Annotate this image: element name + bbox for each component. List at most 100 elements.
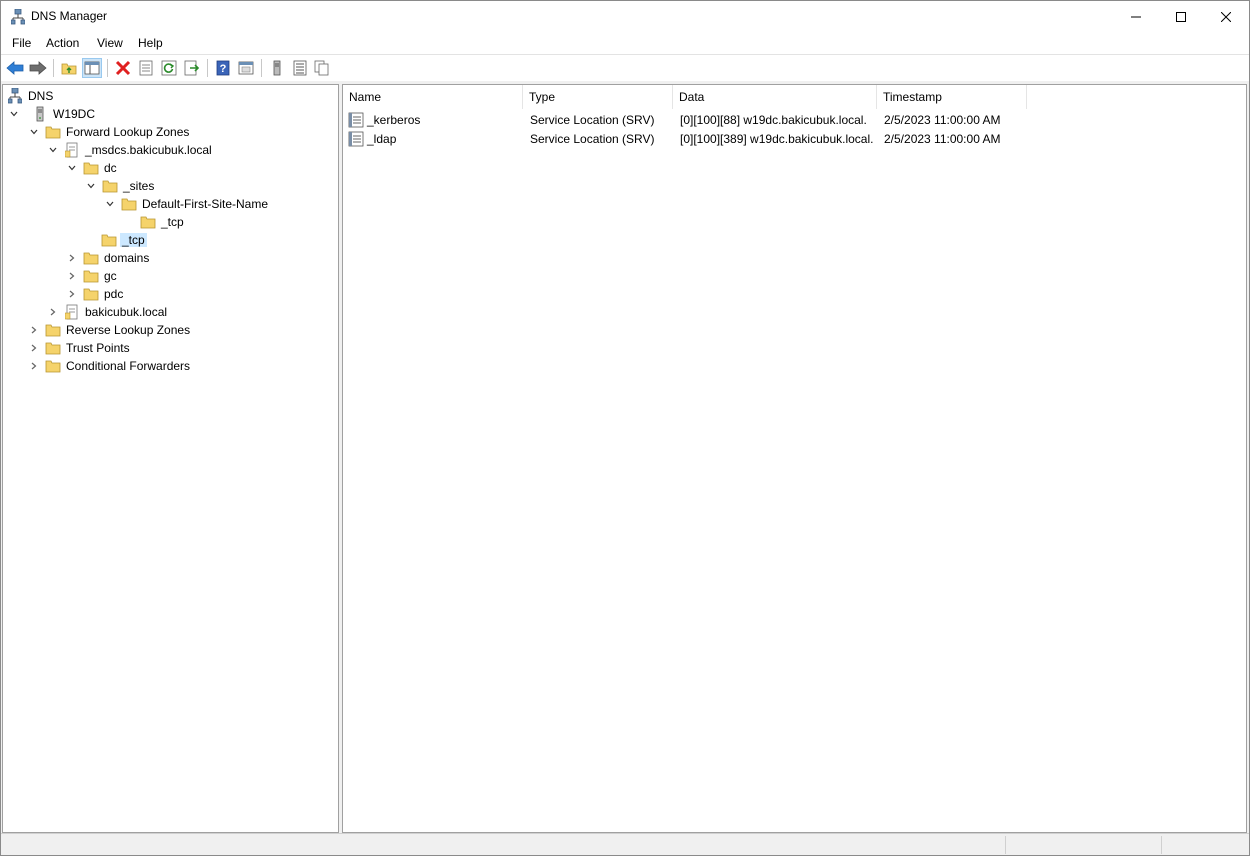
chevron-right-icon[interactable] (28, 360, 40, 372)
delete-icon (115, 60, 131, 76)
tree-label: _tcp (120, 233, 147, 247)
tree-item-default-first-site-name[interactable]: Default-First-Site-Name (104, 195, 270, 213)
forward-icon (29, 61, 47, 75)
column-header-name[interactable]: Name (343, 85, 523, 109)
delete-button[interactable] (113, 58, 133, 78)
folder-icon (45, 322, 61, 338)
menu-bar: File Action View Help (1, 32, 1249, 54)
tree-label: gc (104, 269, 117, 283)
chevron-down-icon[interactable] (85, 180, 97, 192)
copy-icon (314, 60, 329, 76)
dns-manager-window: DNS Manager File Action View Help ? DNS … (0, 0, 1250, 856)
chevron-down-icon[interactable] (47, 144, 59, 156)
record-name: _kerberos (367, 113, 421, 127)
chevron-down-icon[interactable] (28, 126, 40, 138)
show-hide-tree-icon (84, 61, 100, 75)
tree-item-forward-lookup-zones[interactable]: Forward Lookup Zones (28, 123, 191, 141)
tree-item-site-tcp[interactable]: _tcp (140, 213, 186, 231)
folder-icon (121, 196, 137, 212)
tree-item-gc[interactable]: gc (66, 267, 119, 285)
status-bar (1, 833, 1249, 855)
chevron-down-icon[interactable] (104, 198, 116, 210)
forward-button[interactable] (28, 58, 48, 78)
chevron-down-icon[interactable] (8, 108, 20, 120)
maximize-button[interactable] (1158, 1, 1204, 32)
column-header-type[interactable]: Type (523, 85, 673, 109)
menu-view[interactable]: View (97, 35, 123, 51)
tree-label: dc (104, 161, 117, 175)
status-bar-section (1161, 836, 1249, 854)
minimize-button[interactable] (1113, 1, 1159, 32)
folder-icon (101, 232, 117, 248)
tree-item-sites[interactable]: _sites (85, 177, 156, 195)
tree-label: DNS (28, 89, 54, 103)
chevron-right-icon[interactable] (66, 288, 78, 300)
column-header-timestamp[interactable]: Timestamp (877, 85, 1027, 109)
properties-button[interactable] (136, 58, 156, 78)
chevron-down-icon[interactable] (66, 162, 78, 174)
help-button[interactable]: ? (213, 58, 233, 78)
tree-label: Reverse Lookup Zones (66, 323, 191, 337)
console-button[interactable] (236, 58, 256, 78)
svg-text:?: ? (220, 63, 227, 75)
status-bar-section (1005, 836, 1161, 854)
server-icon (32, 106, 48, 122)
chevron-right-icon[interactable] (28, 342, 40, 354)
folder-icon (45, 340, 61, 356)
menu-help[interactable]: Help (138, 35, 163, 51)
close-button[interactable] (1203, 1, 1249, 32)
folder-icon (83, 286, 99, 302)
console-tree[interactable]: DNS W19DC Forward Lookup Zones _msdcs.ba… (2, 84, 339, 833)
back-button[interactable] (5, 58, 25, 78)
chevron-right-icon[interactable] (66, 252, 78, 264)
folder-icon (83, 250, 99, 266)
list-button[interactable] (290, 58, 310, 78)
show-hide-console-tree-button[interactable] (82, 58, 102, 78)
record-type: Service Location (SRV) (530, 113, 655, 127)
record-name: _ldap (367, 132, 397, 146)
tree-item-dns[interactable]: DNS (7, 87, 55, 105)
chevron-right-icon[interactable] (28, 324, 40, 336)
tree-item-dc-tcp[interactable]: _tcp (101, 231, 147, 249)
tree-label: Forward Lookup Zones (66, 125, 190, 139)
tree-item-pdc[interactable]: pdc (66, 285, 125, 303)
list-item[interactable]: _kerberos Service Location (SRV) [0][100… (347, 111, 1237, 130)
dns-app-icon (10, 8, 26, 25)
tree-item-domains[interactable]: domains (66, 249, 151, 267)
up-folder-icon (61, 63, 77, 75)
toolbar-separator (53, 59, 54, 77)
column-header-data[interactable]: Data (673, 85, 877, 109)
tree-item-trust-points[interactable]: Trust Points (28, 339, 132, 357)
server-button[interactable] (267, 58, 287, 78)
list-item[interactable]: _ldap Service Location (SRV) [0][100][38… (347, 130, 1237, 149)
up-one-level-button[interactable] (59, 58, 79, 78)
toolbar: ? (1, 54, 1249, 80)
tree-item-reverse-lookup-zones[interactable]: Reverse Lookup Zones (28, 321, 192, 339)
refresh-icon (161, 60, 177, 76)
record-data: [0][100][389] w19dc.bakicubuk.local. (680, 132, 874, 146)
tree-item-main-zone[interactable]: bakicubuk.local (47, 303, 169, 321)
tree-item-server[interactable]: W19DC (8, 105, 97, 123)
tree-item-conditional-forwarders[interactable]: Conditional Forwarders (28, 357, 192, 375)
properties-icon (139, 60, 153, 76)
tree-item-msdcs-zone[interactable]: _msdcs.bakicubuk.local (47, 141, 214, 159)
dns-icon (7, 88, 23, 104)
tree-label: W19DC (53, 107, 96, 121)
details-list[interactable]: Name Type Data Timestamp _kerberos Servi… (342, 84, 1247, 833)
record-timestamp: 2/5/2023 11:00:00 AM (884, 113, 1001, 127)
chevron-right-icon[interactable] (47, 306, 59, 318)
tree-label: domains (104, 251, 150, 265)
menu-file[interactable]: File (12, 35, 31, 51)
chevron-right-icon[interactable] (66, 270, 78, 282)
tree-label: pdc (104, 287, 124, 301)
menu-action[interactable]: Action (46, 35, 79, 51)
folder-icon (140, 214, 156, 230)
window-title: DNS Manager (31, 9, 108, 23)
tree-item-dc[interactable]: dc (66, 159, 119, 177)
copy-button[interactable] (312, 58, 332, 78)
refresh-button[interactable] (159, 58, 179, 78)
console-icon (238, 61, 254, 75)
tree-label: _sites (123, 179, 155, 193)
export-list-button[interactable] (182, 58, 202, 78)
pane-area: DNS W19DC Forward Lookup Zones _msdcs.ba… (1, 81, 1249, 833)
